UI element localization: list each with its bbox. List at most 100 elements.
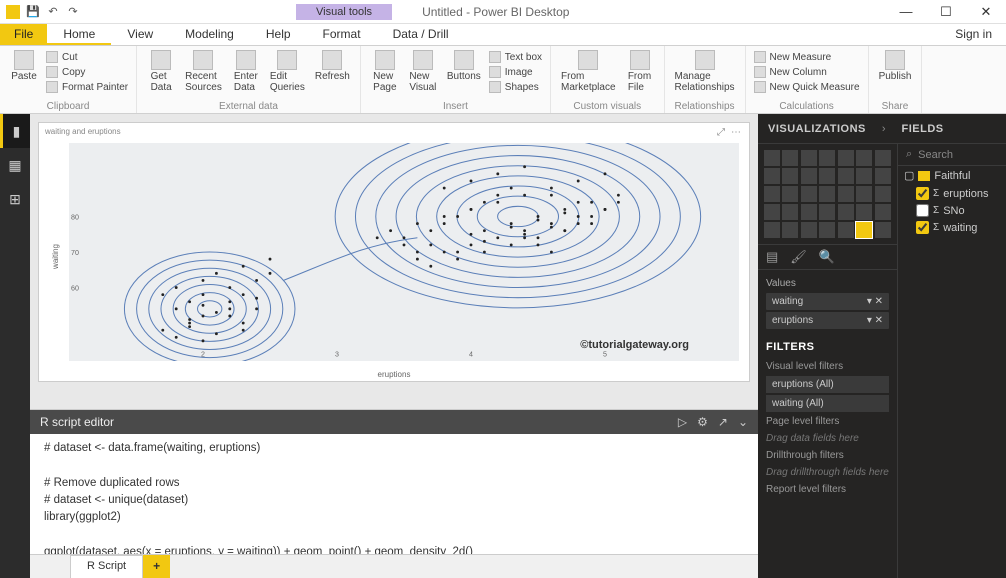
undo-icon[interactable]: ↶ <box>44 3 62 21</box>
well-eruptions[interactable]: eruptions▾ ✕ <box>766 312 889 329</box>
viz-type-icon[interactable] <box>764 204 780 220</box>
viz-type-icon[interactable] <box>838 150 854 166</box>
recent-sources-button[interactable]: Recent Sources <box>181 48 226 95</box>
field-waiting[interactable]: Σwaiting <box>898 219 1006 236</box>
collapse-script-icon[interactable]: ⌄ <box>738 415 748 429</box>
viz-type-icon[interactable] <box>764 222 780 238</box>
viz-type-icon[interactable] <box>838 204 854 220</box>
viz-type-icon[interactable] <box>856 204 872 220</box>
minimize-icon[interactable]: — <box>886 0 926 24</box>
field-eruptions[interactable]: Σeruptions <box>898 185 1006 202</box>
filter-waiting[interactable]: waiting (All) <box>766 395 889 412</box>
viz-type-icon[interactable] <box>838 222 854 238</box>
field-checkbox[interactable] <box>916 221 929 234</box>
script-textarea[interactable]: # dataset <- data.frame(waiting, eruptio… <box>30 434 758 554</box>
viz-type-icon[interactable] <box>782 186 798 202</box>
tab-view[interactable]: View <box>111 24 169 45</box>
field-checkbox[interactable] <box>916 204 929 217</box>
tab-home[interactable]: Home <box>47 24 111 45</box>
viz-type-icon[interactable] <box>782 150 798 166</box>
viz-type-icon[interactable] <box>801 222 817 238</box>
script-options-icon[interactable]: ⚙ <box>697 415 708 429</box>
format-tab-icon[interactable]: 🖌 <box>790 249 807 265</box>
publish-button[interactable]: Publish <box>875 48 916 84</box>
viz-type-icon[interactable] <box>764 186 780 202</box>
viz-type-icon[interactable] <box>782 204 798 220</box>
from-marketplace-button[interactable]: From Marketplace <box>557 48 619 95</box>
viz-type-icon[interactable] <box>764 168 780 184</box>
page-tab-rscript[interactable]: R Script <box>70 555 143 578</box>
add-page-button[interactable]: + <box>143 555 170 578</box>
maximize-icon[interactable]: ☐ <box>926 0 966 24</box>
data-view-icon[interactable]: ▦ <box>0 148 30 182</box>
viz-type-icon[interactable] <box>875 186 891 202</box>
tab-datadrill[interactable]: Data / Drill <box>377 24 465 45</box>
fields-header[interactable]: FIELDS <box>892 123 1006 135</box>
drillthrough-dropzone[interactable]: Drag drillthrough fields here <box>758 463 897 482</box>
filter-eruptions[interactable]: eruptions (All) <box>766 376 889 393</box>
cut-button[interactable]: Cut <box>44 50 130 64</box>
run-script-icon[interactable]: ▷ <box>678 415 687 429</box>
viz-type-icon[interactable] <box>875 150 891 166</box>
tab-modeling[interactable]: Modeling <box>169 24 250 45</box>
visualization-picker[interactable] <box>758 144 897 244</box>
well-waiting[interactable]: waiting▾ ✕ <box>766 293 889 310</box>
viz-type-icon[interactable] <box>764 150 780 166</box>
viz-type-icon[interactable] <box>819 186 835 202</box>
viz-type-icon[interactable] <box>856 150 872 166</box>
viz-type-icon[interactable] <box>819 168 835 184</box>
fields-search[interactable]: ⌕ Search <box>898 144 1006 166</box>
viz-type-icon[interactable] <box>838 168 854 184</box>
viz-type-icon[interactable] <box>801 150 817 166</box>
shapes-button[interactable]: Shapes <box>487 80 544 94</box>
viz-type-icon[interactable] <box>875 168 891 184</box>
viz-type-icon[interactable] <box>801 204 817 220</box>
popout-script-icon[interactable]: ↗ <box>718 415 728 429</box>
new-column-button[interactable]: New Column <box>752 65 862 79</box>
chevron-right-icon[interactable]: › <box>876 123 892 135</box>
viz-type-icon[interactable] <box>819 150 835 166</box>
refresh-button[interactable]: Refresh <box>311 48 354 84</box>
paste-button[interactable]: Paste <box>6 48 42 84</box>
viz-type-icon[interactable] <box>801 168 817 184</box>
r-visual[interactable]: ⤢ ⋯ waiting and eruptions waiting 234560… <box>38 122 750 382</box>
tab-format[interactable]: Format <box>307 24 377 45</box>
get-data-button[interactable]: Get Data <box>143 48 179 95</box>
fields-table-faithful[interactable]: ▢Faithful <box>898 166 1006 185</box>
page-filters-dropzone[interactable]: Drag data fields here <box>758 429 897 448</box>
new-quick-measure-button[interactable]: New Quick Measure <box>752 80 862 94</box>
report-view-icon[interactable]: ▮ <box>0 114 30 148</box>
field-checkbox[interactable] <box>916 187 929 200</box>
model-view-icon[interactable]: ⊞ <box>0 182 30 216</box>
viz-type-icon[interactable] <box>875 222 891 238</box>
fields-tab-icon[interactable]: ▤ <box>766 249 778 265</box>
manage-relationships-button[interactable]: Manage Relationships <box>671 48 739 95</box>
edit-queries-button[interactable]: Edit Queries <box>266 48 309 95</box>
viz-type-icon[interactable] <box>838 186 854 202</box>
enter-data-button[interactable]: Enter Data <box>228 48 264 95</box>
viz-type-icon[interactable] <box>856 222 872 238</box>
visualizations-header[interactable]: VISUALIZATIONS <box>758 123 876 135</box>
viz-type-icon[interactable] <box>819 222 835 238</box>
viz-type-icon[interactable] <box>856 168 872 184</box>
redo-icon[interactable]: ↷ <box>64 3 82 21</box>
save-icon[interactable]: 💾 <box>24 3 42 21</box>
field-SNo[interactable]: ΣSNo <box>898 202 1006 219</box>
more-options-icon[interactable]: ⋯ <box>731 127 741 138</box>
image-button[interactable]: Image <box>487 65 544 79</box>
copy-button[interactable]: Copy <box>44 65 130 79</box>
buttons-button[interactable]: Buttons <box>443 48 485 84</box>
tab-help[interactable]: Help <box>250 24 307 45</box>
viz-type-icon[interactable] <box>782 168 798 184</box>
viz-type-icon[interactable] <box>875 204 891 220</box>
textbox-button[interactable]: Text box <box>487 50 544 64</box>
analytics-tab-icon[interactable]: 🔍 <box>819 249 835 265</box>
from-file-button[interactable]: From File <box>622 48 658 95</box>
viz-type-icon[interactable] <box>819 204 835 220</box>
close-icon[interactable]: ✕ <box>966 0 1006 24</box>
viz-type-icon[interactable] <box>782 222 798 238</box>
signin-link[interactable]: Sign in <box>941 24 1006 45</box>
viz-type-icon[interactable] <box>801 186 817 202</box>
file-menu[interactable]: File <box>0 24 47 45</box>
new-page-button[interactable]: New Page <box>367 48 403 95</box>
